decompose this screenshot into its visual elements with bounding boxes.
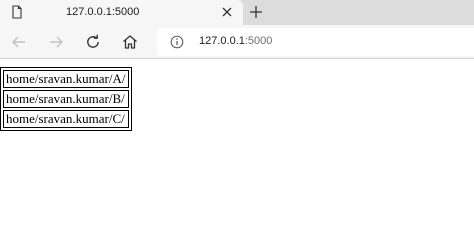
browser-toolbar: 127.0.0.1:5000 bbox=[0, 25, 474, 59]
path-cell: home/sravan.kumar/B/ bbox=[3, 90, 129, 108]
url-port: :5000 bbox=[244, 35, 273, 47]
table-row: home/sravan.kumar/C/ bbox=[3, 110, 129, 128]
url-host: 127.0.0.1 bbox=[199, 35, 245, 47]
url-text[interactable]: 127.0.0.1:5000 bbox=[199, 35, 272, 47]
info-icon[interactable] bbox=[170, 35, 184, 49]
browser-tab[interactable]: 127.0.0.1:5000 bbox=[0, 0, 243, 25]
reload-icon[interactable] bbox=[84, 33, 102, 51]
arrow-left-icon[interactable] bbox=[10, 33, 28, 51]
page-icon bbox=[12, 5, 22, 19]
path-cell: home/sravan.kumar/C/ bbox=[3, 110, 129, 128]
arrow-right-icon[interactable] bbox=[47, 33, 65, 51]
tab-title: 127.0.0.1:5000 bbox=[66, 6, 140, 18]
home-icon[interactable] bbox=[121, 33, 139, 51]
table-row: home/sravan.kumar/A/ bbox=[3, 70, 129, 88]
path-table: home/sravan.kumar/A/ home/sravan.kumar/B… bbox=[0, 67, 132, 131]
table-row: home/sravan.kumar/B/ bbox=[3, 90, 129, 108]
close-icon[interactable] bbox=[220, 5, 234, 19]
address-bar[interactable]: 127.0.0.1:5000 bbox=[157, 28, 474, 56]
page-content: home/sravan.kumar/A/ home/sravan.kumar/B… bbox=[0, 67, 132, 131]
tab-strip: 127.0.0.1:5000 bbox=[0, 0, 474, 25]
path-cell: home/sravan.kumar/A/ bbox=[3, 70, 129, 88]
plus-icon[interactable] bbox=[248, 4, 264, 20]
